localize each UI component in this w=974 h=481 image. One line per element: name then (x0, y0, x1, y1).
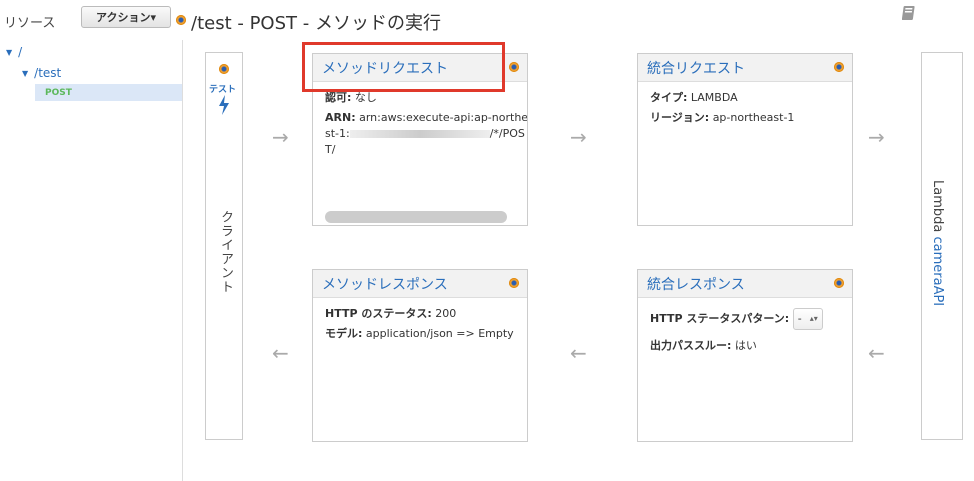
method-response-header: メソッドレスポンス (313, 270, 527, 298)
highlight-box (302, 42, 505, 92)
integration-request-link[interactable]: 統合リクエスト (647, 58, 745, 78)
info-icon[interactable] (834, 62, 844, 72)
method-response-link[interactable]: メソッドレスポンス (322, 274, 448, 294)
arrow-right-icon: → (272, 125, 289, 149)
info-icon[interactable] (509, 278, 519, 288)
info-icon[interactable] (509, 62, 519, 72)
type-row: タイプ: LAMBDA (650, 91, 738, 104)
arrow-right-icon: → (570, 125, 587, 149)
arrow-left-icon: ← (868, 341, 885, 365)
integration-response-header: 統合レスポンス (638, 270, 852, 298)
tree-item-root[interactable]: ▼ / (6, 45, 22, 59)
lambda-prefix: Lambda (930, 180, 945, 237)
client-label: クライアント (218, 210, 233, 294)
tree-item-test[interactable]: ▼ /test (22, 66, 61, 80)
method-response-panel: メソッドレスポンス HTTP のステータス: 200 モデル: applicat… (312, 269, 528, 442)
info-icon[interactable] (219, 64, 229, 74)
integration-response-link[interactable]: 統合レスポンス (647, 274, 745, 294)
http-status-row: HTTP のステータス: 200 (325, 307, 457, 320)
test-link[interactable]: テスト (209, 82, 236, 95)
tree-item-post[interactable]: POST (35, 84, 182, 101)
arrow-left-icon: ← (272, 341, 289, 365)
sidebar-divider (182, 40, 183, 481)
page-title: /test - POST - メソッドの実行 (191, 13, 441, 34)
tree-item-label: /test (34, 66, 62, 80)
status-pattern-row: HTTP ステータスパターン: - ▴▾ (650, 308, 840, 330)
book-icon[interactable] (902, 4, 918, 22)
model-row: モデル: application/json => Empty (325, 327, 514, 340)
lambda-label: Lambda cameraAPI (930, 180, 945, 306)
lambda-function-link[interactable]: cameraAPI (930, 236, 945, 306)
info-icon[interactable] (834, 278, 844, 288)
resources-label: リソース (4, 16, 56, 31)
lightning-icon[interactable] (217, 95, 231, 115)
tree-item-label: / (18, 45, 23, 59)
passthrough-row: 出力パススルー: はい (650, 339, 757, 352)
arn-row: ARN: arn:aws:execute-api:ap-northeast-1:… (325, 111, 528, 156)
auth-row: 認可: なし (325, 91, 377, 104)
actions-button[interactable]: アクション▾ (81, 6, 171, 28)
arrow-right-icon: → (868, 125, 885, 149)
info-icon[interactable] (176, 15, 186, 25)
integration-request-panel: 統合リクエスト タイプ: LAMBDA リージョン: ap-northeast-… (637, 53, 853, 226)
status-pattern-select[interactable]: - ▴▾ (792, 308, 823, 330)
expand-triangle-icon[interactable]: ▼ (22, 69, 28, 78)
integration-response-panel: 統合レスポンス HTTP ステータスパターン: - ▴▾ 出力パススルー: はい (637, 269, 853, 442)
region-row: リージョン: ap-northeast-1 (650, 111, 795, 124)
horizontal-scrollbar[interactable] (325, 211, 507, 223)
arrow-left-icon: ← (570, 341, 587, 365)
integration-request-header: 統合リクエスト (638, 54, 852, 82)
expand-triangle-icon[interactable]: ▼ (6, 48, 12, 57)
